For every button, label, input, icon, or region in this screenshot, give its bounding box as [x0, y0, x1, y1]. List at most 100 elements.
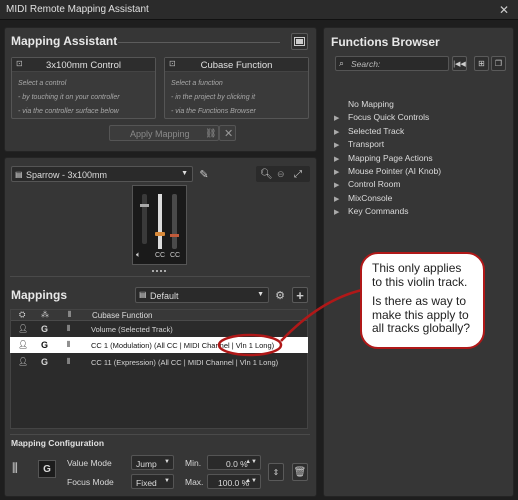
chevron-right-icon[interactable]: ▶: [334, 114, 348, 122]
chevron-right-icon[interactable]: ▶: [334, 195, 348, 203]
hint: - in the project by clicking it: [171, 94, 256, 101]
stepper-arrows-icon[interactable]: ▲▼: [245, 478, 257, 484]
column-header-function: Cubase Function: [92, 311, 153, 320]
device-icon: ▤: [15, 170, 23, 179]
new-window-icon[interactable]: ⊞: [474, 56, 489, 71]
function-item[interactable]: ▶ Mouse Pointer (AI Knob): [334, 166, 441, 176]
annotation-line-2: Is there as way to make this apply to al…: [372, 294, 471, 335]
chevron-right-icon[interactable]: ▶: [334, 181, 348, 189]
value-mode-select[interactable]: Jump ▼: [131, 455, 174, 470]
window-title: MIDI Remote Mapping Assistant: [6, 4, 149, 15]
splitter-handle[interactable]: [152, 270, 166, 274]
function-name: Volume (Selected Track): [91, 325, 173, 334]
fader-icon: ⫴: [67, 324, 71, 333]
function-item[interactable]: ▶ Focus Quick Controls: [334, 112, 429, 122]
apply-mapping-button[interactable]: Apply Mapping ⛓: [109, 125, 219, 141]
function-item[interactable]: ▶ Transport: [334, 139, 384, 149]
mapping-page-name: Default: [150, 291, 179, 301]
user-icon: 👤︎: [18, 357, 29, 366]
function-box[interactable]: ⊡ Cubase Function Select a function - in…: [164, 57, 309, 119]
function-item-label: Mouse Pointer (AI Knob): [348, 166, 442, 176]
function-name: CC 1 (Modulation) (All CC | MIDI Channel…: [91, 341, 275, 350]
user-icon: 👤︎: [18, 324, 29, 333]
search-field[interactable]: ⌕ Search:: [335, 56, 449, 71]
chevron-right-icon[interactable]: ▶: [334, 128, 348, 136]
mapping-page-select[interactable]: ▤ Default ▼: [135, 287, 269, 303]
function-item[interactable]: ▶ Key Commands: [334, 206, 408, 216]
value-mode-label: Value Mode: [67, 458, 112, 468]
stepper-arrows-icon[interactable]: ▲▼: [245, 459, 257, 465]
speaker-icon: 🔈︎: [136, 250, 141, 259]
max-label: Max.: [185, 477, 204, 487]
min-stepper[interactable]: 0.0 % ▲▼: [207, 455, 261, 470]
chevron-right-icon[interactable]: ▶: [334, 141, 348, 149]
device-select[interactable]: ▤ Sparrow - 3x100mm ▼: [11, 166, 193, 182]
chevron-right-icon[interactable]: ▶: [334, 168, 348, 176]
fader-2[interactable]: [155, 194, 165, 249]
fader-header-icon: ⫴: [68, 310, 72, 319]
device-name: Sparrow - 3x100mm: [26, 170, 108, 180]
link-icon: ⛓: [205, 128, 217, 138]
page-icon: ▤: [139, 290, 147, 299]
title-bar: MIDI Remote Mapping Assistant ✕: [0, 0, 518, 20]
function-item-label: Focus Quick Controls: [348, 112, 430, 122]
hint: Select a control: [18, 80, 67, 87]
focus-mode-select[interactable]: Fixed ▼: [131, 474, 174, 489]
trash-icon[interactable]: 🗑︎: [292, 463, 308, 481]
min-label: Min.: [185, 458, 202, 468]
function-item[interactable]: ▶ Control Room: [334, 179, 400, 189]
panel-toggle-icon[interactable]: [291, 33, 308, 50]
function-item-label: Key Commands: [348, 206, 409, 216]
table-row[interactable]: 👤︎ G ⫴ Volume (Selected Track): [10, 321, 308, 337]
chevron-right-icon[interactable]: ▶: [334, 208, 348, 216]
fader-label-2: CC: [170, 252, 181, 259]
chevron-down-icon: ▼: [257, 291, 264, 298]
duplicate-window-icon[interactable]: ❐: [491, 56, 506, 71]
user-icon: 👤︎: [18, 340, 29, 349]
fader-control-icon: ⫴: [12, 460, 18, 476]
function-item-label: Control Room: [348, 179, 401, 189]
edit-pencil-icon[interactable]: ✎: [196, 166, 212, 182]
zoom-in-icon[interactable]: 🔍︎ ⊖ ⤢: [256, 166, 310, 182]
zoom-out-icon[interactable]: ⊖: [277, 169, 285, 180]
fit-icon[interactable]: ⤢: [294, 169, 302, 180]
fader-1[interactable]: [140, 194, 149, 244]
function-item[interactable]: ▶ Selected Track: [334, 126, 404, 136]
fader-icon: ⫴: [67, 340, 71, 349]
table-row[interactable]: 👤︎ G ⫴ CC 11 (Expression) (All CC | MIDI…: [10, 354, 308, 370]
table-row-selected[interactable]: 👤︎ G ⫴ CC 1 (Modulation) (All CC | MIDI …: [10, 337, 308, 353]
controller-box[interactable]: ⊡ 3x100mm Control Select a control - by …: [11, 57, 156, 119]
function-item[interactable]: ▶ Mapping Page Actions: [334, 153, 433, 163]
fader-1-cap: [140, 204, 149, 207]
divider: [10, 276, 310, 277]
function-item-label: MixConsole: [348, 193, 393, 203]
function-item-label: Selected Track: [348, 126, 405, 136]
focus-mode-label: Focus Mode: [67, 477, 114, 487]
chevron-down-icon: ▼: [181, 170, 188, 177]
clear-mapping-button[interactable]: ✕: [219, 125, 236, 141]
global-badge: G: [41, 324, 49, 334]
add-page-button[interactable]: +: [292, 287, 308, 303]
collapse-all-icon[interactable]: |◀◀: [452, 56, 467, 71]
hint: - via the controller surface below: [18, 108, 119, 115]
divider: [118, 42, 280, 43]
chevron-right-icon[interactable]: ▶: [334, 155, 348, 163]
global-badge: G: [41, 340, 49, 350]
annotation-line-1: This only applies to this violin track.: [372, 261, 468, 289]
close-icon[interactable]: ✕: [494, 0, 514, 20]
max-stepper[interactable]: 100.0 % ▲▼: [207, 474, 261, 489]
chevron-down-icon: ▼: [164, 459, 170, 465]
divider: [10, 434, 310, 435]
hint: - by touching it on your controller: [18, 94, 120, 101]
function-item[interactable]: No Mapping: [334, 99, 394, 109]
controller-surface: 🔈︎ CC CC: [132, 185, 187, 265]
fader-icon: ⫴: [67, 357, 71, 366]
global-toggle[interactable]: G: [38, 460, 56, 478]
user-header-icon: ⛭: [19, 310, 26, 319]
fader-3[interactable]: [170, 194, 179, 249]
annotation-bubble: This only applies to this violin track. …: [360, 252, 485, 349]
function-item[interactable]: ▶ MixConsole: [334, 193, 392, 203]
swap-icon[interactable]: ⇕: [268, 463, 284, 481]
close-x-icon: ✕: [224, 128, 234, 140]
gear-icon[interactable]: ⚙: [272, 287, 288, 303]
